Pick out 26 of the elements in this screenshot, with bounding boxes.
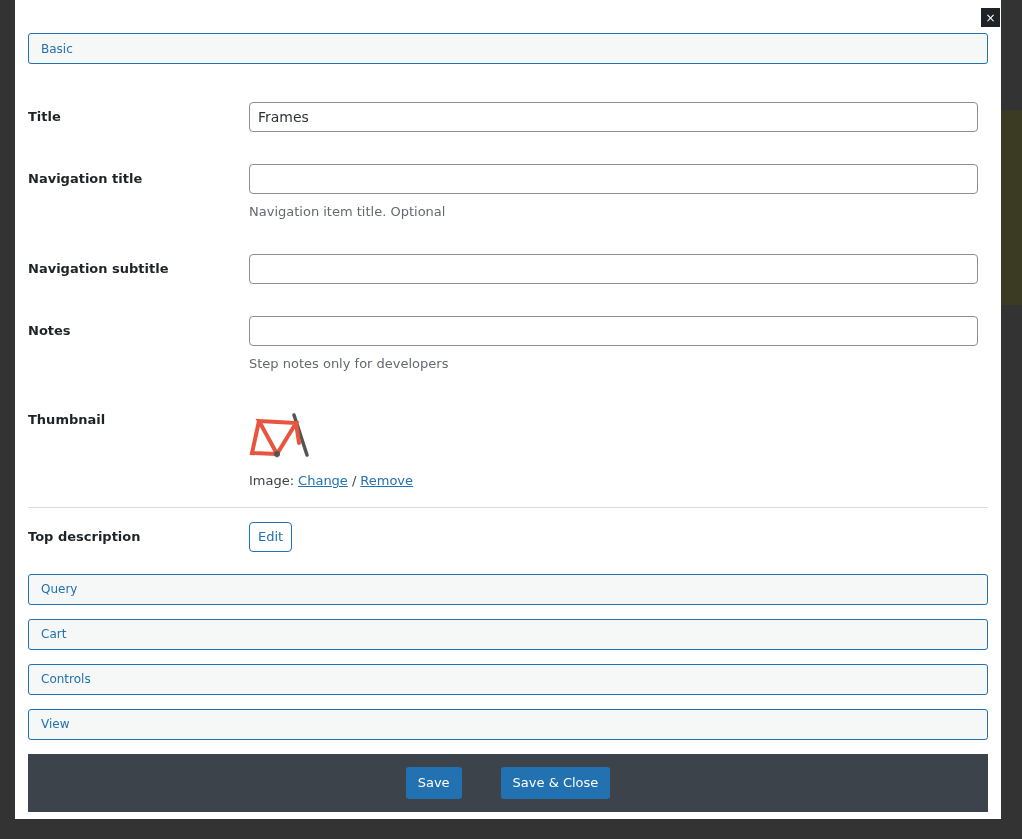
save-button[interactable]: Save & Close	[500, 766, 611, 799]
change-link[interactable]: Change	[298, 471, 348, 491]
field-label: Navigation title	[28, 171, 143, 186]
remove-link[interactable]: Remove	[360, 471, 414, 491]
field-label: Top description	[28, 528, 141, 544]
text-field[interactable]	[249, 164, 978, 194]
text-field[interactable]: Frames	[249, 102, 978, 132]
field-hint: Navigation item title. Optional	[249, 203, 447, 221]
field-label: Thumbnail	[28, 412, 106, 427]
text-field[interactable]	[249, 253, 978, 284]
bicycle-frame-icon	[249, 413, 311, 459]
text-field[interactable]	[249, 315, 978, 346]
section-header[interactable]: Query	[28, 573, 988, 605]
edit-button[interactable]: Edit	[249, 521, 293, 552]
section-header[interactable]: Basic	[28, 33, 988, 64]
section-header[interactable]: Controls	[28, 663, 988, 695]
section-header[interactable]: View	[28, 708, 988, 740]
field-hint: Step notes only for developers	[249, 354, 450, 373]
separator-text: /	[351, 472, 357, 490]
close-button[interactable]: ×	[981, 8, 1000, 27]
field-label: Navigation subtitle	[28, 260, 169, 276]
field-label: Title	[28, 109, 61, 124]
save-button[interactable]: Save	[405, 766, 462, 799]
image-label: Image:	[249, 472, 295, 490]
section-header[interactable]: Cart	[28, 618, 988, 650]
field-label: Notes	[28, 322, 71, 338]
